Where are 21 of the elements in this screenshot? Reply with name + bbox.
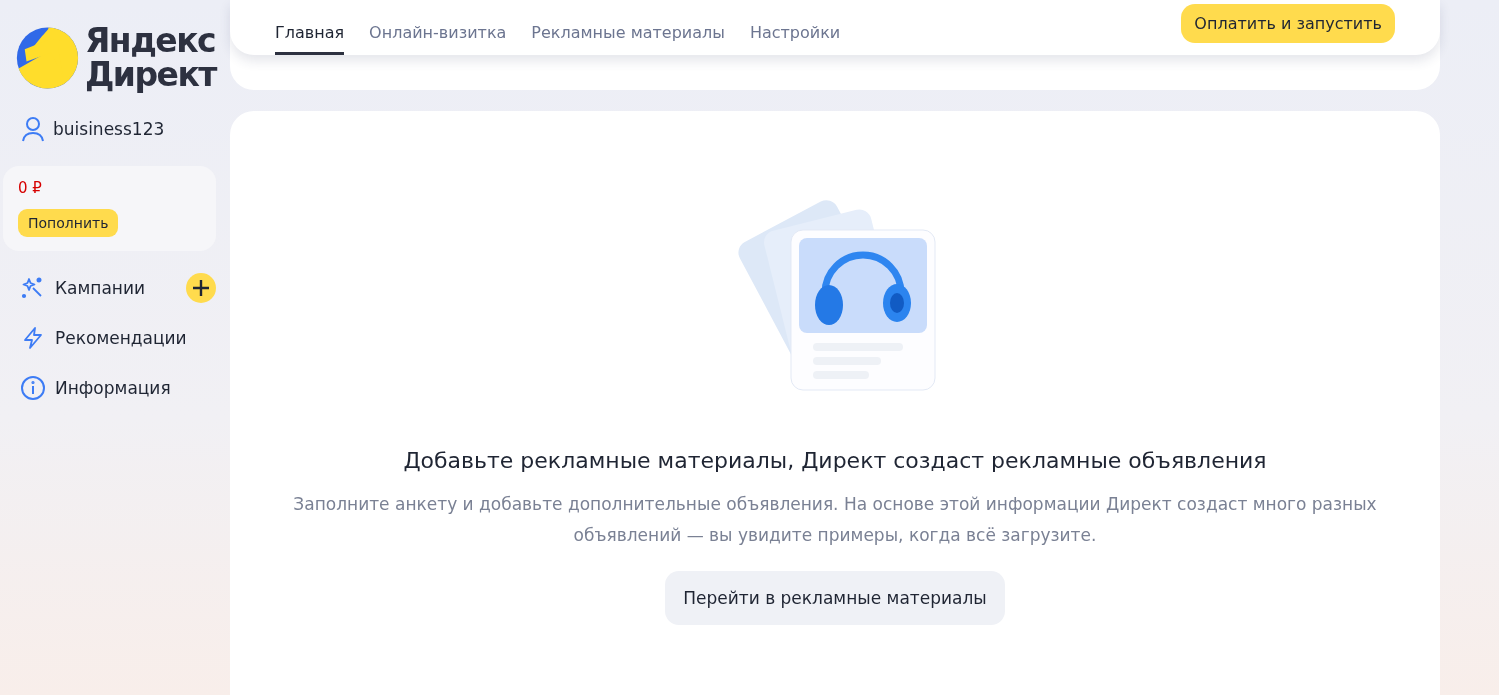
go-to-materials-button[interactable]: Перейти в рекламные материалы	[665, 571, 1005, 625]
top-up-button[interactable]: Пополнить	[18, 209, 119, 237]
logo-text: Яндекс	[84, 24, 216, 58]
tab[interactable]: Настройки	[749, 0, 841, 55]
user-icon	[21, 116, 45, 142]
tab[interactable]: Рекламные материалы	[531, 0, 725, 55]
nav-item[interactable]: Рекомендации	[55, 328, 216, 348]
lightning-icon	[21, 326, 45, 350]
username: buisiness123	[53, 119, 165, 139]
logo-text: Директ	[84, 58, 216, 92]
empty-state-title: Добавьте рекламные материалы, Директ создаст рекламные объявления	[403, 448, 1267, 473]
info-icon	[20, 375, 46, 401]
balance-amount: 0 ₽	[18, 179, 42, 197]
tab[interactable]: Онлайн-визитка	[369, 0, 507, 55]
pay-and-launch-button[interactable]: Оплатить и запустить	[1181, 4, 1395, 43]
plus-icon	[192, 279, 210, 297]
add-campaign-button[interactable]	[186, 273, 216, 303]
tab[interactable]: Главная	[275, 0, 345, 55]
nav-item[interactable]: Информация	[55, 378, 216, 398]
nav-item[interactable]: Кампании	[55, 278, 177, 298]
empty-state-description: Заполните анкету и добавьте дополнительные объявления. На основе этой информации Директ создаст много разных объявлений — вы увидите примеры, когда всё загрузите.	[292, 493, 1378, 547]
